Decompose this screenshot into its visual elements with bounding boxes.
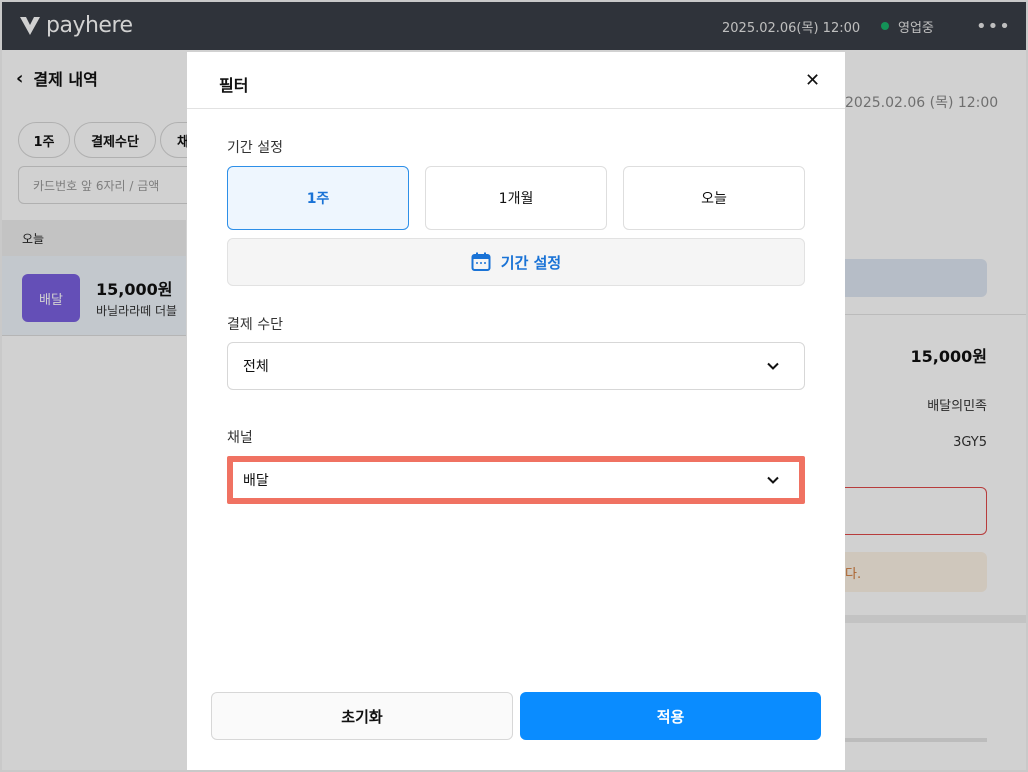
calendar-icon (471, 252, 491, 271)
custom-period-button[interactable]: 기간 설정 (227, 238, 805, 286)
payment-section-label: 결제 수단 (227, 317, 283, 333)
channel-select[interactable]: 배달 (227, 456, 805, 504)
app-frame: payhere 2025.02.06(목) 12:00 영업중 ••• ‹ 결제… (0, 0, 1028, 772)
payment-method-select[interactable]: 전체 (227, 342, 805, 390)
chevron-down-icon (767, 476, 779, 484)
period-option-1month[interactable]: 1개월 (425, 166, 607, 230)
modal-header: 필터 ✕ (187, 52, 845, 109)
channel-section-label: 채널 (227, 430, 253, 446)
custom-period-label: 기간 설정 (500, 253, 562, 272)
period-option-today[interactable]: 오늘 (623, 166, 805, 230)
filter-modal: 필터 ✕ 기간 설정 1주 1개월 오늘 기간 설정 결제 수단 전체 채널 배… (187, 52, 845, 770)
apply-button[interactable]: 적용 (520, 692, 821, 740)
close-icon[interactable]: ✕ (805, 70, 820, 91)
channel-value: 배달 (243, 473, 269, 489)
modal-title: 필터 (219, 76, 249, 95)
chevron-down-icon (767, 362, 779, 370)
period-option-1week[interactable]: 1주 (227, 166, 409, 230)
reset-button[interactable]: 초기화 (211, 692, 513, 740)
period-section-label: 기간 설정 (227, 140, 283, 156)
payment-method-value: 전체 (243, 359, 269, 375)
